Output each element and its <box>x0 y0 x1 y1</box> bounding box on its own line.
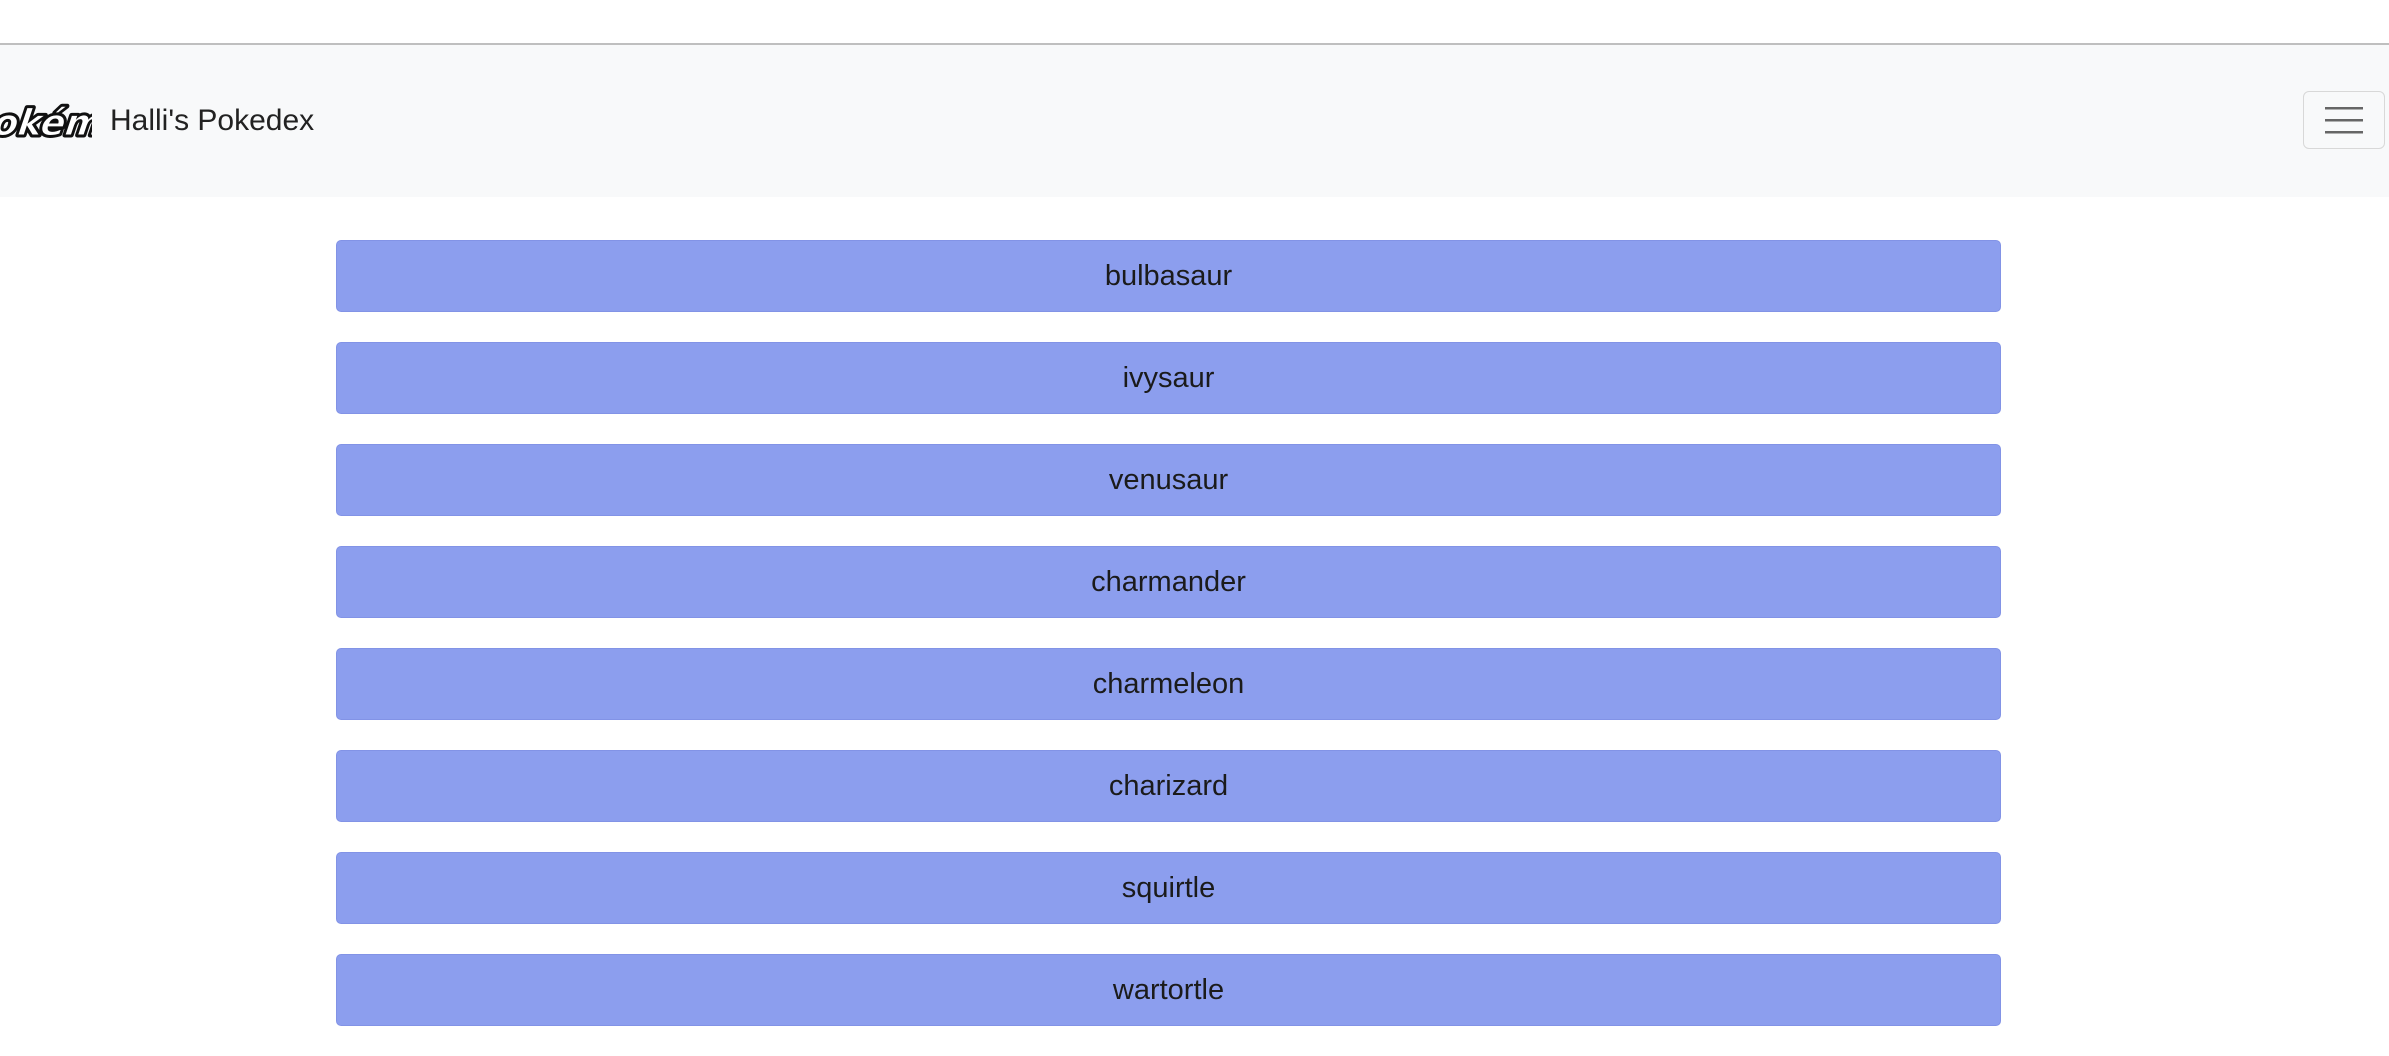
menu-toggle-button[interactable] <box>2303 91 2385 149</box>
pokemon-name: charmander <box>1091 565 1246 598</box>
pokemon-name: ivysaur <box>1122 361 1215 394</box>
pokemon-name: venusaur <box>1108 463 1229 496</box>
svg-text:okémon: okémon <box>0 101 92 144</box>
pokemon-list: bulbasaur ivysaur venusaur charmander ch… <box>336 240 2001 1056</box>
pokemon-button-squirtle[interactable]: squirtle <box>336 852 2001 924</box>
pokemon-button-ivysaur[interactable]: ivysaur <box>336 342 2001 414</box>
browser-top-strip <box>0 0 2389 45</box>
pokemon-logo-icon: okémon okémon <box>0 99 92 147</box>
page-title: Halli's Pokedex <box>110 104 315 137</box>
hamburger-menu-icon <box>2325 107 2363 134</box>
pokemon-name: charizard <box>1108 769 1229 802</box>
pokemon-button-bulbasaur[interactable]: bulbasaur <box>336 240 2001 312</box>
pokemon-button-venusaur[interactable]: venusaur <box>336 444 2001 516</box>
pokemon-name: charmeleon <box>1092 667 1245 700</box>
pokemon-name: bulbasaur <box>1104 259 1233 292</box>
pokemon-button-wartortle[interactable]: wartortle <box>336 954 2001 1026</box>
navbar-brand[interactable]: okémon okémon Halli's Pokedex <box>0 45 314 197</box>
pokemon-button-charmeleon[interactable]: charmeleon <box>336 648 2001 720</box>
pokemon-button-charizard[interactable]: charizard <box>336 750 2001 822</box>
pokemon-button-charmander[interactable]: charmander <box>336 546 2001 618</box>
pokemon-name: wartortle <box>1112 973 1225 1006</box>
pokemon-name: squirtle <box>1121 871 1216 904</box>
navbar: okémon okémon Halli's Pokedex <box>0 45 2389 197</box>
